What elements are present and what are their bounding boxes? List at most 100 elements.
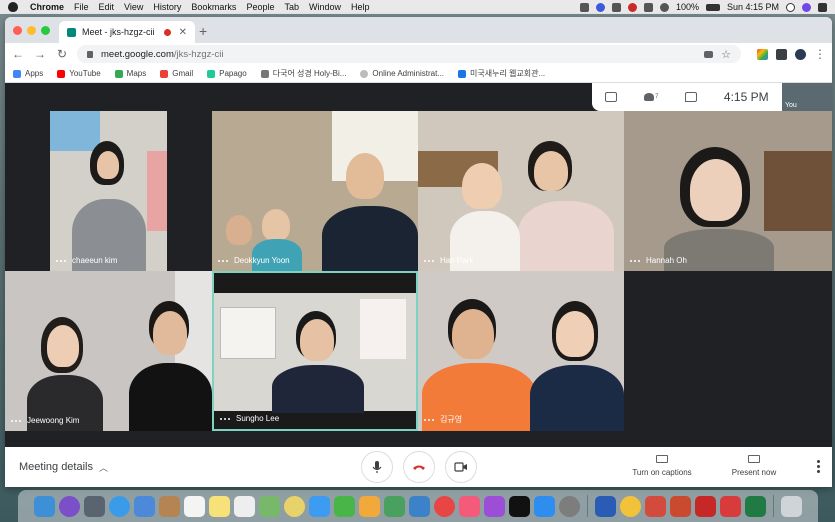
launchpad-icon[interactable] [84,495,105,517]
menu-history[interactable]: History [153,2,181,12]
present-now-button[interactable]: Present now [714,455,794,477]
reload-icon[interactable]: ↻ [55,47,69,61]
profile-avatar[interactable] [795,48,806,60]
status-airplay-icon[interactable] [643,2,653,12]
bookmark-papago[interactable]: Papago [207,69,247,78]
contacts-icon[interactable] [159,495,180,517]
participant-name-tag: Deokkyun Yoon [218,256,290,265]
participant-tile[interactable]: chaeeun kim [50,111,167,271]
music-icon[interactable] [459,495,480,517]
extension-grid-icon[interactable] [776,48,787,60]
bookmark-youtube[interactable]: YouTube [57,69,101,78]
chrome-menu-icon[interactable]: ⋮ [814,47,826,61]
bookmark-maps[interactable]: Maps [114,69,146,78]
podcasts-icon[interactable] [484,495,505,517]
minimize-window-icon[interactable] [27,26,36,35]
status-record-icon[interactable] [627,2,637,12]
reminders-icon[interactable] [234,495,255,517]
calendar-icon[interactable] [184,495,205,517]
chat-icon[interactable] [685,92,698,102]
menu-help[interactable]: Help [351,2,370,12]
notes-icon[interactable] [209,495,230,517]
participant-tile[interactable]: Han Park [418,111,624,271]
spotlight-icon[interactable] [786,2,795,12]
people-button[interactable]: 7 [644,93,658,101]
lock-icon[interactable] [87,50,93,58]
menu-window[interactable]: Window [309,2,341,12]
participant-tile[interactable]: Deokkyun Yoon [212,111,418,271]
bookmark-gmail[interactable]: Gmail [160,69,193,78]
participant-tile-active-speaker[interactable]: Sungho Lee [212,271,418,431]
bookmark-church[interactable]: 미국새누리 웹교회관... [458,68,545,79]
numbers-icon[interactable] [384,495,405,517]
menu-edit[interactable]: Edit [99,2,115,12]
wifi-icon[interactable] [659,2,669,12]
more-options-icon[interactable] [817,460,820,473]
forward-icon[interactable]: → [33,47,47,61]
self-view-tile[interactable]: You [782,83,832,111]
close-window-icon[interactable] [13,26,22,35]
chrome-icon[interactable] [620,495,641,517]
menu-clock[interactable]: Sun 4:15 PM [727,2,779,12]
meeting-details-button[interactable]: Meeting details ︿ [19,461,108,474]
apple-tv-icon[interactable] [509,495,530,517]
participant-tile[interactable]: Hannah Oh [624,111,832,271]
pages-icon[interactable] [359,495,380,517]
zoom-window-icon[interactable] [41,26,50,35]
captions-button[interactable]: Turn on captions [622,455,702,477]
powerpoint-icon[interactable] [670,495,691,517]
battery-icon[interactable] [705,3,720,11]
bookmark-holy-bible[interactable]: 다국어 성경 Holy-Bi... [260,68,346,79]
messages-icon[interactable] [309,495,330,517]
maps-icon[interactable] [259,495,280,517]
siri-icon[interactable] [802,2,811,12]
control-center-icon[interactable] [818,2,827,12]
status-app-icon[interactable] [579,2,589,12]
tab-meet[interactable]: Meet - jks-hzgz-cii ✕ [59,21,195,43]
menu-file[interactable]: File [74,2,89,12]
participant-tile[interactable]: 김규영 [418,271,624,431]
finder-icon[interactable] [34,495,55,517]
trash-icon[interactable] [781,495,802,517]
facetime-icon[interactable] [334,495,355,517]
pdf-expert-icon[interactable] [720,495,741,517]
address-bar[interactable]: meet.google.com /jks-hzgz-cii ☆ [77,45,741,63]
mail-icon[interactable] [134,495,155,517]
participant-tile[interactable]: Jeewoong Kim [5,271,212,431]
layout-grid-icon[interactable] [605,92,618,102]
present-now-label: Present now [731,468,777,477]
siri-icon[interactable] [59,495,80,517]
close-tab-icon[interactable]: ✕ [179,27,187,38]
apple-icon[interactable] [8,2,18,12]
camera-in-use-icon[interactable] [704,50,714,58]
system-preferences-icon[interactable] [559,495,580,517]
pdf-app-icon[interactable] [645,495,666,517]
excel-icon[interactable] [745,495,766,517]
menu-people[interactable]: People [246,2,274,12]
new-tab-button[interactable]: + [199,23,207,39]
back-icon[interactable]: ← [11,47,25,61]
menu-view[interactable]: View [124,2,143,12]
microphone-button[interactable] [361,451,393,483]
bookmark-online-admin[interactable]: Online Administrat... [360,69,444,78]
participant-name: 김규영 [440,415,463,424]
status-sync-icon[interactable] [595,2,605,12]
menu-bookmarks[interactable]: Bookmarks [191,2,236,12]
bookmark-apps[interactable]: Apps [13,69,43,78]
hang-up-button[interactable] [403,451,435,483]
menu-tab[interactable]: Tab [284,2,299,12]
news-icon[interactable] [434,495,455,517]
photos-icon[interactable] [284,495,305,517]
safari-icon[interactable] [109,495,130,517]
keynote-icon[interactable] [409,495,430,517]
menu-app-chrome[interactable]: Chrome [30,2,64,12]
camera-button[interactable] [445,451,477,483]
recording-indicator-icon [163,28,171,36]
pdf-reader-icon[interactable] [695,495,716,517]
child-face [462,163,502,209]
extension-colorful-icon[interactable] [757,48,768,60]
app-store-icon[interactable] [534,495,555,517]
bookmark-star-icon[interactable]: ☆ [721,48,731,61]
word-icon[interactable] [595,495,616,517]
status-dropbox-icon[interactable] [611,2,621,12]
